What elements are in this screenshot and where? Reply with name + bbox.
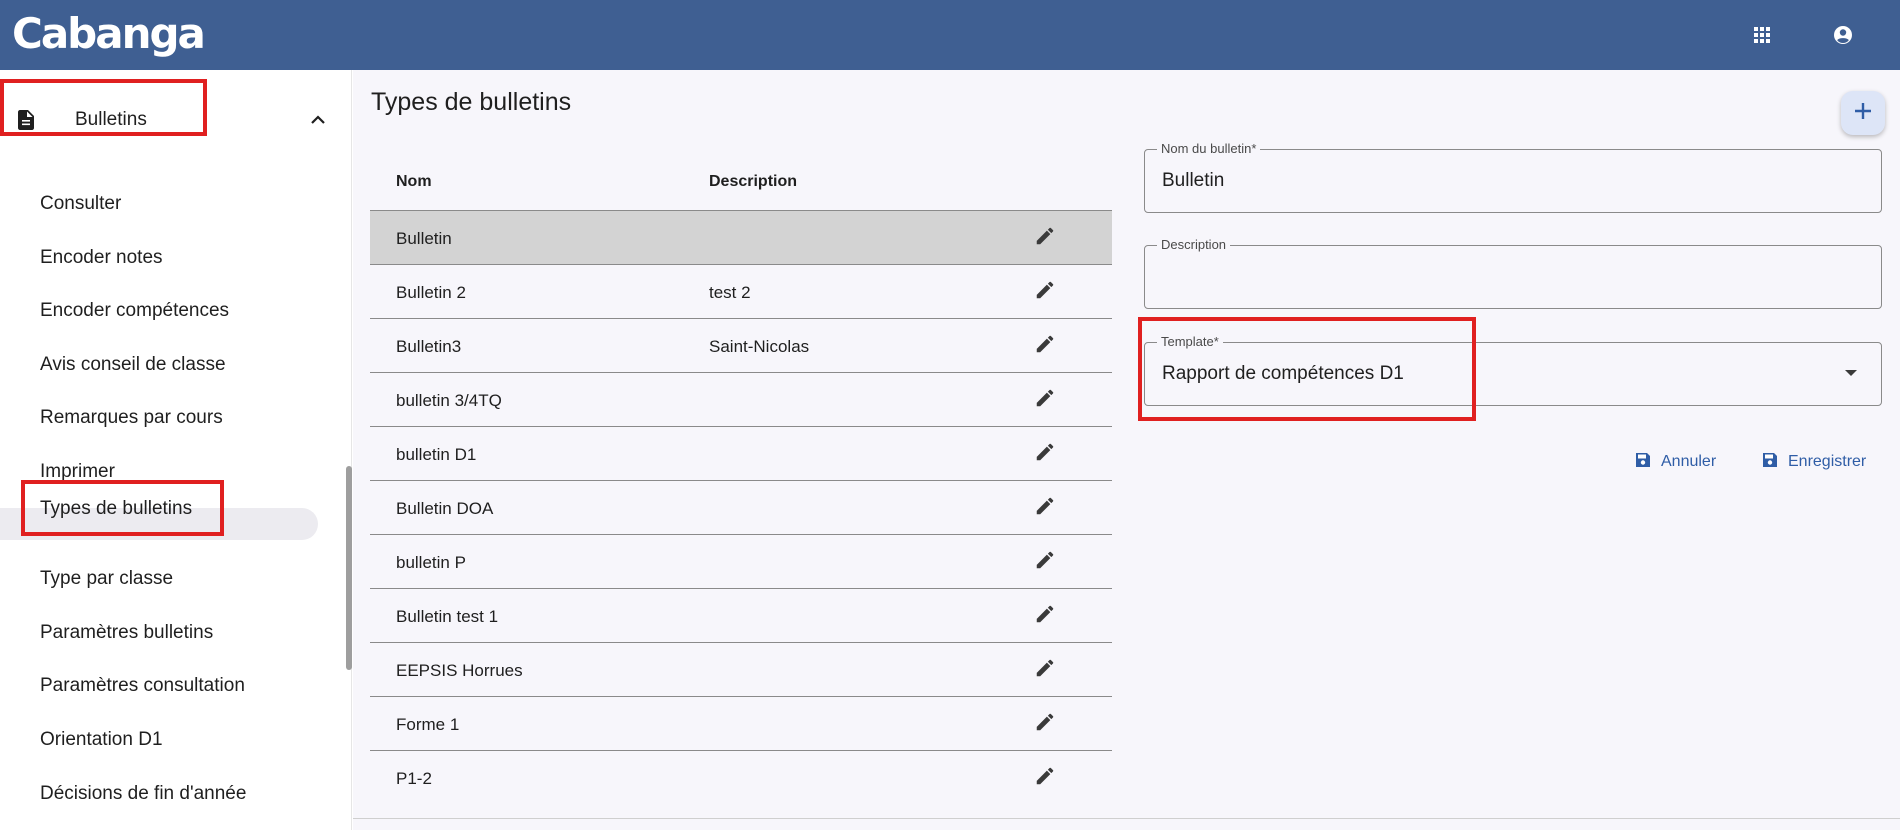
sidebar-item-parametres-bulletins[interactable]: Paramètres bulletins [0,609,330,655]
edit-pencil-icon[interactable] [1034,441,1060,467]
sidebar-item-label: Orientation D1 [40,729,163,750]
card-divider [353,818,1900,819]
sidebar-item-label: Imprimer [40,461,115,482]
sidebar-item-parametres-consultation[interactable]: Paramètres consultation [0,662,330,708]
sidebar-scrollbar[interactable] [346,466,352,670]
template-select[interactable]: Template* Rapport de compétences D1 [1144,334,1882,406]
bulletins-table: Nom Description Bulletin Bulletin 2 test 2… [370,150,1112,804]
top-app-bar: Cabanga [0,0,1900,70]
description-field-label: Description [1157,237,1231,252]
edit-pencil-icon[interactable] [1034,711,1060,737]
sidebar-item-label: Décisions de fin d'année [40,783,247,804]
template-select-label: Template* [1157,334,1223,349]
nav-group-label: Bulletins [75,109,147,130]
description-field[interactable]: Description [1144,237,1882,309]
chevron-up-icon[interactable] [306,108,330,132]
table-row[interactable]: bulletin P [370,534,1112,588]
cell-nom: P1-2 [396,769,432,788]
sidebar-item-remarques[interactable]: Remarques par cours [0,394,330,440]
sidebar-item-label: Encoder compétences [40,300,230,321]
cancel-button[interactable]: Annuler [1635,448,1716,476]
edit-pencil-icon[interactable] [1034,549,1060,575]
cell-nom: Bulletin3 [396,337,462,356]
edit-pencil-icon[interactable] [1034,603,1060,629]
cell-nom: bulletin P [396,553,466,572]
edit-pencil-icon[interactable] [1034,765,1060,791]
sidebar-item-label: Avis conseil de classe [40,354,226,375]
sidebar-item-label: Paramètres bulletins [40,622,214,643]
name-field-label: Nom du bulletin* [1157,141,1261,156]
edit-pencil-icon[interactable] [1034,225,1060,251]
nav-group-bulletins[interactable]: Bulletins [0,96,352,144]
name-field[interactable]: Nom du bulletin* Bulletin [1144,141,1882,213]
name-field-value: Bulletin [1162,170,1225,191]
sidebar-item-encoder-competences[interactable]: Encoder compétences [0,287,330,333]
edit-pencil-icon[interactable] [1034,333,1060,359]
cell-nom: Bulletin [396,229,452,248]
cancel-button-label: Annuler [1661,453,1717,470]
table-row[interactable]: bulletin 3/4TQ [370,372,1112,426]
sidebar-item-label: Type par classe [40,568,174,589]
edit-pencil-icon[interactable] [1034,387,1060,413]
sidebar-item-avis-conseil[interactable]: Avis conseil de classe [0,341,330,387]
cell-nom: Forme 1 [396,715,460,734]
plus-icon [1853,101,1873,126]
table-row[interactable]: Bulletin3 Saint-Nicolas [370,318,1112,372]
table-row[interactable]: P1-2 [370,750,1112,804]
sidebar-item-decisions[interactable]: Décisions de fin d'année [0,770,330,816]
column-header-description[interactable]: Description [709,173,797,191]
template-select-value: Rapport de compétences D1 [1162,363,1404,384]
page-title: Types de bulletins [371,88,572,116]
dropdown-arrow-icon [1845,370,1857,376]
save-button[interactable]: Enregistrer [1762,448,1866,476]
account-circle-icon[interactable] [1830,22,1856,48]
document-icon [14,108,38,132]
apps-grid-icon[interactable] [1749,22,1775,48]
sidebar-item-label: Consulter [40,193,122,214]
edit-pencil-icon[interactable] [1034,279,1060,305]
cell-nom: bulletin 3/4TQ [396,391,502,410]
table-row[interactable]: Bulletin 2 test 2 [370,264,1112,318]
table-row[interactable]: Bulletin test 1 [370,588,1112,642]
sidebar-item-types-de-bulletins[interactable]: Types de bulletins [0,485,330,531]
sidebar-item-label: Paramètres consultation [40,675,245,696]
sidebar-item-label: Types de bulletins [40,498,193,519]
table-row[interactable]: Bulletin DOA [370,480,1112,534]
sidebar-item-label: Remarques par cours [40,407,223,428]
edit-pencil-icon[interactable] [1034,495,1060,521]
cell-nom: EEPSIS Horrues [396,661,523,680]
cell-nom: Bulletin 2 [396,283,466,302]
cell-nom: Bulletin DOA [396,499,494,518]
app-logo[interactable]: Cabanga [12,6,206,62]
table-header: Nom Description [370,150,1112,210]
add-button[interactable] [1841,91,1885,135]
table-row[interactable]: EEPSIS Horrues [370,642,1112,696]
edit-pencil-icon[interactable] [1034,657,1060,683]
sidebar-item-type-par-classe[interactable]: Type par classe [0,555,330,601]
sidebar-item-orientation-d1[interactable]: Orientation D1 [0,716,330,762]
main-content: Types de bulletins Nom Description Bulle… [353,70,1900,830]
cell-nom: bulletin D1 [396,445,477,464]
save-disk-icon [1635,452,1651,473]
table-body: Bulletin Bulletin 2 test 2 Bulletin3 Saint-N… [370,210,1112,804]
cell-description: test 2 [709,283,751,302]
cell-nom: Bulletin test 1 [396,607,499,626]
table-row[interactable]: Bulletin [370,210,1112,264]
sidebar: Bulletins Consulter Encoder notes Encode… [0,70,352,830]
sidebar-item-label: Encoder notes [40,247,163,268]
sidebar-item-encoder-notes[interactable]: Encoder notes [0,234,330,280]
table-row[interactable]: bulletin D1 [370,426,1112,480]
column-header-nom[interactable]: Nom [396,173,432,191]
save-disk-icon [1762,452,1778,473]
save-button-label: Enregistrer [1788,453,1867,470]
cell-description: Saint-Nicolas [709,337,810,356]
table-row[interactable]: Forme 1 [370,696,1112,750]
sidebar-item-consulter[interactable]: Consulter [0,180,330,226]
